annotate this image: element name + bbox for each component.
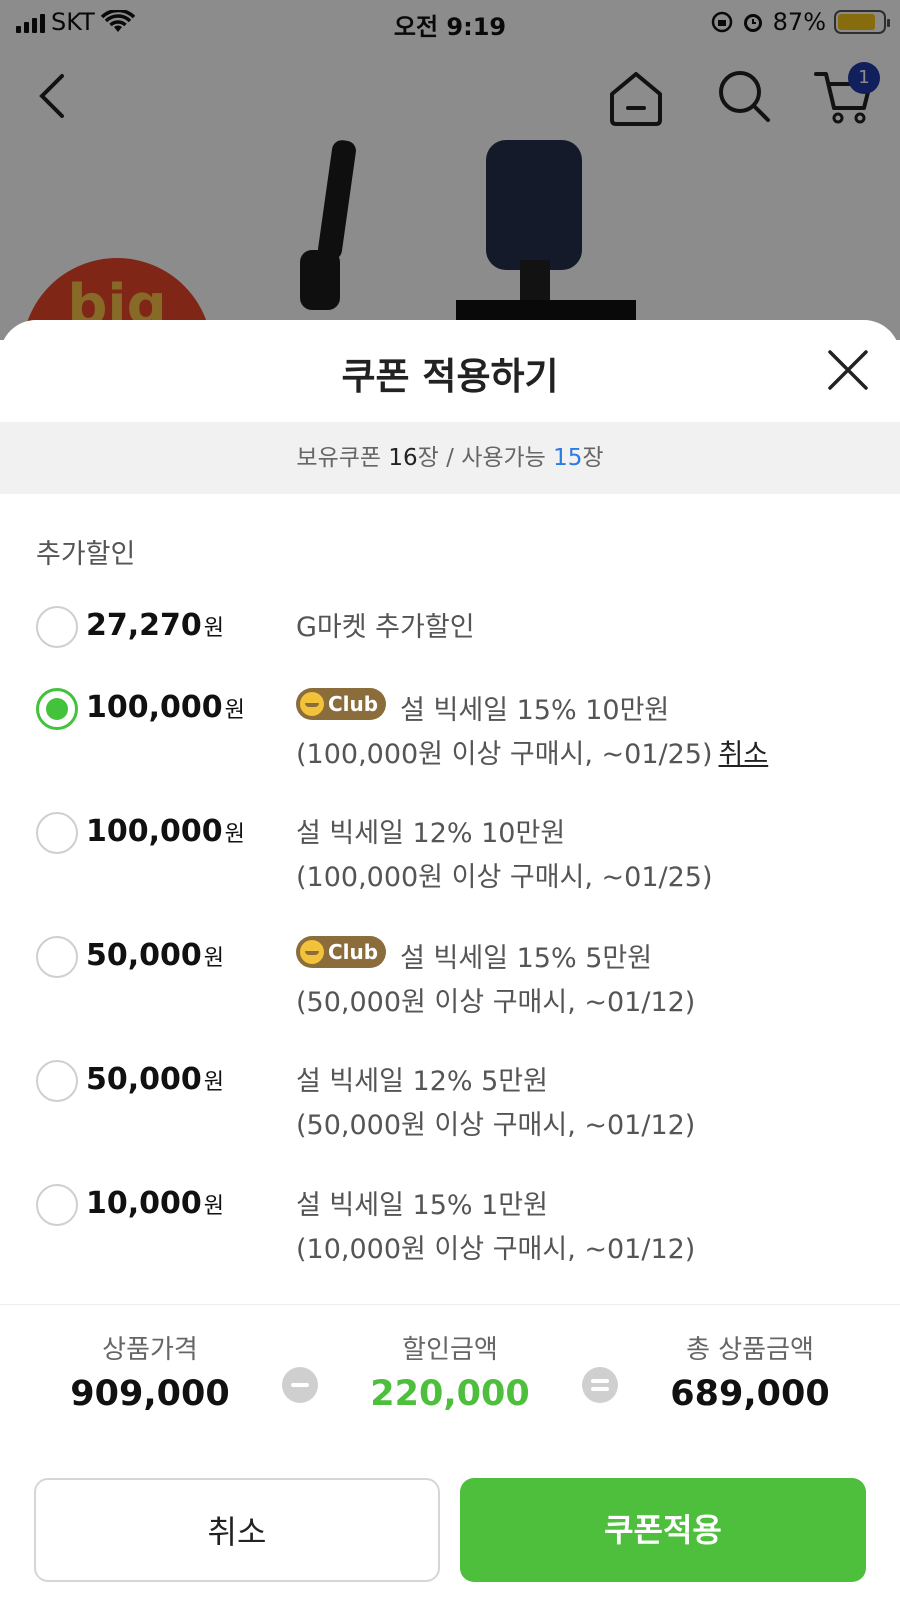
equals-icon bbox=[582, 1367, 618, 1403]
coupon-radio[interactable] bbox=[36, 1060, 78, 1102]
total-value: 689,000 bbox=[670, 1374, 830, 1414]
coupon-amount: 50,000원 bbox=[86, 938, 224, 973]
total-amount: 총 상품금액 689,000 bbox=[620, 1329, 880, 1414]
coupon-amount-unit: 원 bbox=[203, 1194, 225, 1219]
coupon-amount-value: 100,000 bbox=[86, 814, 223, 849]
coupon-detail: (100,000원 이상 구매시, ~01/25) bbox=[296, 739, 713, 770]
discount-label: 할인금액 bbox=[402, 1335, 498, 1365]
coupon-amount-unit: 원 bbox=[224, 698, 245, 723]
coupon-desc: 설 빅세일 12% 10만원 (100,000원 이상 구매시, ~01/25) bbox=[296, 812, 886, 900]
coupon-count-bar: 보유쿠폰 16장 / 사용가능 15장 bbox=[0, 422, 900, 494]
close-icon[interactable] bbox=[824, 346, 872, 394]
usable-label: 사용가능 bbox=[461, 445, 554, 471]
coupon-desc: 설 빅세일 15% 1만원 (10,000원 이상 구매시, ~01/12) bbox=[296, 1184, 886, 1272]
coupon-detail: (100,000원 이상 구매시, ~01/25) bbox=[296, 862, 713, 893]
coupon-amount: 27,270원 bbox=[86, 608, 224, 643]
smile-icon bbox=[300, 940, 324, 964]
product-price: 상품가격 909,000 bbox=[20, 1329, 280, 1414]
coupon-item[interactable]: 50,000원 Club 설 빅세일 15% 5만원 (50,000원 이상 구매… bbox=[0, 936, 900, 1060]
coupon-amount: 50,000원 bbox=[86, 1062, 224, 1097]
coupon-amount-value: 10,000 bbox=[86, 1186, 202, 1221]
coupon-desc: Club 설 빅세일 15% 10만원 (100,000원 이상 구매시, ~01… bbox=[296, 688, 886, 777]
coupon-title: 설 빅세일 15% 5만원 bbox=[400, 943, 653, 974]
cancel-button[interactable]: 취소 bbox=[34, 1478, 440, 1582]
coupon-amount-unit: 원 bbox=[203, 616, 225, 641]
usable-value: 15 bbox=[553, 445, 583, 471]
count-separator: / bbox=[438, 445, 462, 471]
coupon-amount-unit: 원 bbox=[203, 946, 225, 971]
coupon-amount: 100,000원 bbox=[86, 814, 245, 849]
coupon-item[interactable]: 100,000원 설 빅세일 12% 10만원 (100,000원 이상 구매시… bbox=[0, 812, 900, 936]
coupon-amount-value: 50,000 bbox=[86, 1062, 202, 1097]
club-badge: Club bbox=[296, 688, 387, 720]
coupon-amount-value: 100,000 bbox=[86, 690, 223, 725]
coupon-item[interactable]: 10,000원 설 빅세일 15% 1만원 (10,000원 이상 구매시, ~… bbox=[0, 1184, 900, 1308]
usable-unit: 장 bbox=[582, 445, 604, 471]
coupon-amount-unit: 원 bbox=[203, 1070, 225, 1095]
smile-icon bbox=[300, 692, 324, 716]
discount-value: 220,000 bbox=[370, 1374, 530, 1414]
coupon-radio[interactable] bbox=[36, 606, 78, 648]
coupon-title: 설 빅세일 12% 5만원 bbox=[296, 1066, 548, 1097]
sheet-header: 쿠폰 적용하기 bbox=[0, 320, 900, 422]
minus-icon bbox=[282, 1367, 318, 1403]
club-badge: Club bbox=[296, 936, 387, 968]
coupon-amount-value: 27,270 bbox=[86, 608, 202, 643]
coupon-item[interactable]: 27,270원 G마켓 추가할인 bbox=[0, 606, 900, 688]
coupon-item[interactable]: 100,000원 Club 설 빅세일 15% 10만원 (100,000원 이상… bbox=[0, 688, 900, 812]
coupon-sheet: 쿠폰 적용하기 보유쿠폰 16장 / 사용가능 15장 추가할인 27,270원… bbox=[0, 320, 900, 1600]
coupon-desc: 설 빅세일 12% 5만원 (50,000원 이상 구매시, ~01/12) bbox=[296, 1060, 886, 1148]
discount-amount: 할인금액 220,000 bbox=[320, 1329, 580, 1414]
coupon-radio[interactable] bbox=[36, 812, 78, 854]
club-badge-label: Club bbox=[328, 940, 379, 964]
coupon-detail: (10,000원 이상 구매시, ~01/12) bbox=[296, 1234, 696, 1265]
owned-value: 16 bbox=[388, 445, 418, 471]
owned-unit: 장 bbox=[417, 445, 439, 471]
apply-coupon-button[interactable]: 쿠폰적용 bbox=[460, 1478, 866, 1582]
coupon-amount: 10,000원 bbox=[86, 1186, 224, 1221]
coupon-title: 설 빅세일 15% 1만원 bbox=[296, 1190, 548, 1221]
coupon-radio-selected[interactable] bbox=[36, 688, 78, 730]
coupon-radio[interactable] bbox=[36, 1184, 78, 1226]
product-price-label: 상품가격 bbox=[102, 1335, 198, 1365]
section-label: 추가할인 bbox=[36, 539, 136, 570]
dim-overlay[interactable] bbox=[0, 0, 900, 340]
coupon-desc: Club 설 빅세일 15% 5만원 (50,000원 이상 구매시, ~01/1… bbox=[296, 936, 886, 1025]
coupon-cancel-link[interactable]: 취소 bbox=[719, 739, 769, 770]
sheet-title: 쿠폰 적용하기 bbox=[341, 355, 559, 398]
club-badge-label: Club bbox=[328, 692, 379, 716]
coupon-title: 설 빅세일 12% 10만원 bbox=[296, 818, 566, 849]
coupon-item[interactable]: 50,000원 설 빅세일 12% 5만원 (50,000원 이상 구매시, ~… bbox=[0, 1060, 900, 1184]
total-label: 총 상품금액 bbox=[686, 1335, 814, 1365]
coupon-desc: G마켓 추가할인 bbox=[296, 606, 886, 650]
coupon-radio[interactable] bbox=[36, 936, 78, 978]
coupon-amount: 100,000원 bbox=[86, 690, 245, 725]
price-summary: 상품가격 909,000 할인금액 220,000 총 상품금액 689,000 bbox=[0, 1304, 900, 1444]
coupon-amount-value: 50,000 bbox=[86, 938, 202, 973]
coupon-amount-unit: 원 bbox=[224, 822, 245, 847]
coupon-list: 27,270원 G마켓 추가할인 100,000원 Club 설 빅세일 15% … bbox=[0, 606, 900, 1308]
product-price-value: 909,000 bbox=[70, 1374, 230, 1414]
coupon-title: 설 빅세일 15% 10만원 bbox=[400, 695, 670, 726]
coupon-detail: (50,000원 이상 구매시, ~01/12) bbox=[296, 987, 696, 1018]
background-app: SKT 오전 9:19 87% 1 big bbox=[0, 0, 900, 340]
coupon-title: G마켓 추가할인 bbox=[296, 612, 475, 643]
owned-label: 보유쿠폰 bbox=[296, 445, 389, 471]
coupon-detail: (50,000원 이상 구매시, ~01/12) bbox=[296, 1110, 696, 1141]
